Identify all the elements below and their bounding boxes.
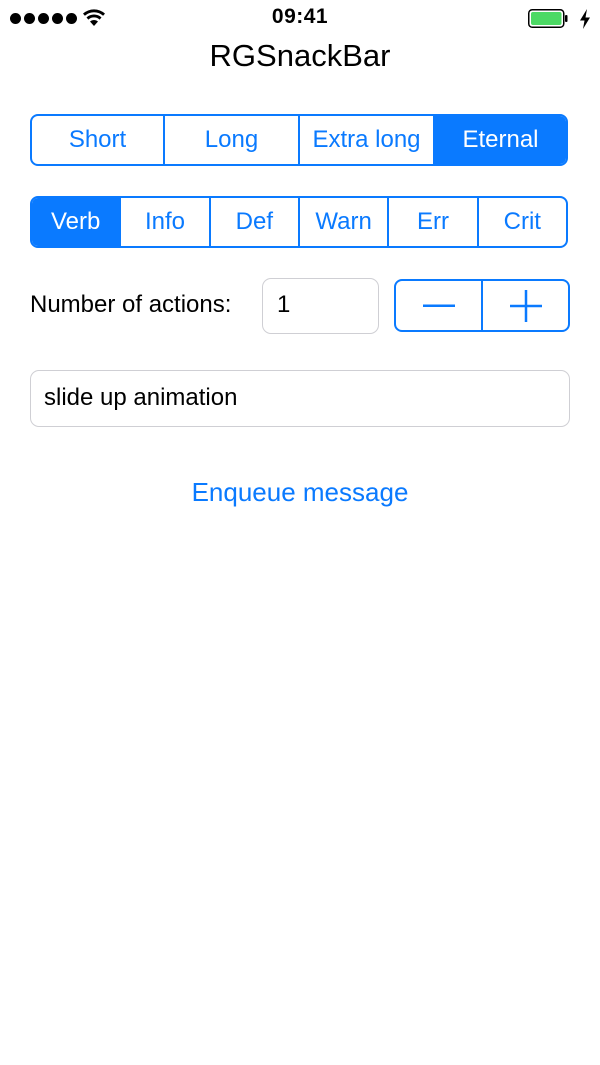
actions-count-field[interactable]: 1 [262,278,379,334]
increment-button[interactable] [483,281,568,330]
level-segment-def[interactable]: Def [211,198,300,246]
enqueue-message-button[interactable]: Enqueue message [0,477,600,508]
level-segment-crit[interactable]: Crit [479,198,566,246]
duration-segment-short[interactable]: Short [32,116,165,164]
status-bar: 09:41 [0,0,600,38]
actions-count-label: Number of actions: [30,291,232,318]
plus-icon [509,289,542,322]
battery-icon [528,9,568,28]
decrement-button[interactable] [396,281,483,330]
level-segmented-control: Verb Info Def Warn Err Crit [30,196,568,248]
duration-segment-extra-long[interactable]: Extra long [300,116,435,164]
status-time: 09:41 [271,5,329,28]
charging-bolt-icon [580,9,590,29]
page-title: RGSnackBar [209,38,391,73]
duration-segment-long[interactable]: Long [165,116,300,164]
duration-segmented-control: Short Long Extra long Eternal [30,114,568,166]
level-segment-err[interactable]: Err [389,198,479,246]
actions-stepper [394,279,570,332]
duration-segment-eternal[interactable]: Eternal [435,116,566,164]
level-segment-info[interactable]: Info [121,198,211,246]
minus-icon [422,304,455,307]
level-segment-warn[interactable]: Warn [300,198,390,246]
level-segment-verb[interactable]: Verb [32,198,122,246]
animation-field[interactable]: slide up animation [30,370,570,427]
